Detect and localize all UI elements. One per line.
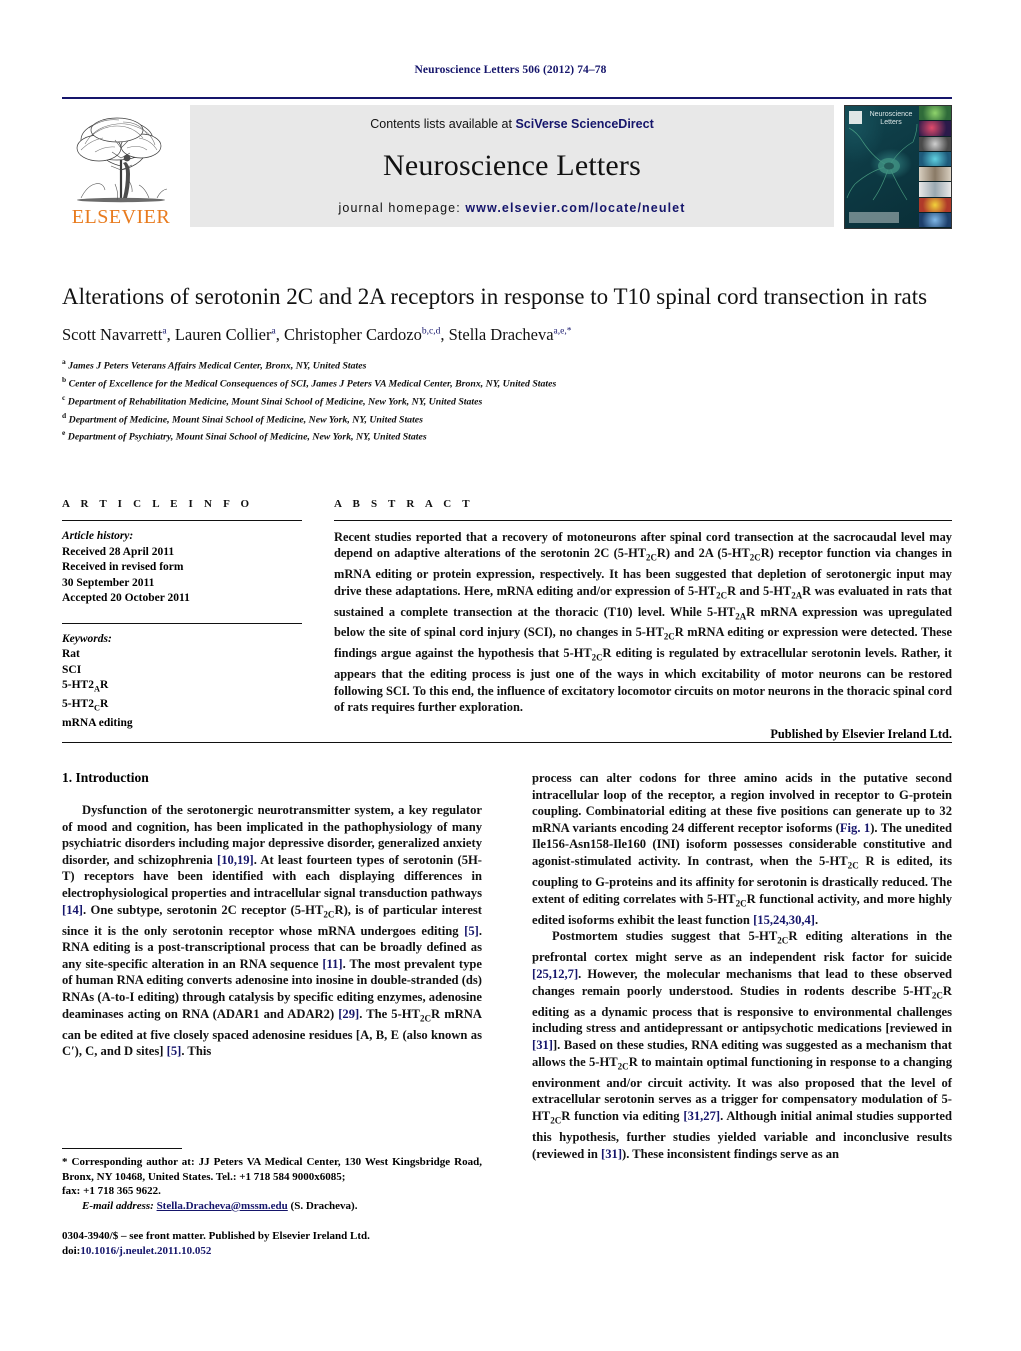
affiliation-list: a James J Peters Veterans Affairs Medica… <box>62 355 952 444</box>
elsevier-logo: ELSEVIER <box>62 105 180 227</box>
homepage-prefix: journal homepage: <box>338 201 466 215</box>
keyword-item: mRNA editing <box>62 716 133 729</box>
intro-right-text: process can alter codons for three amino… <box>532 771 952 1161</box>
affiliation-item: a James J Peters Veterans Affairs Medica… <box>62 355 952 373</box>
cover-caption-bar <box>849 212 899 223</box>
intro-left-text: Dysfunction of the serotonergic neurotra… <box>62 803 483 1059</box>
cover-journal-title: Neuroscience Letters <box>864 111 918 127</box>
affiliation-item: c Department of Rehabilitation Medicine,… <box>62 391 952 409</box>
body-column-left: 1. Introduction Dysfunction of the serot… <box>62 770 482 1162</box>
article-history-item: 30 September 2011 <box>62 576 155 589</box>
body-column-right: process can alter codons for three amino… <box>532 770 952 1162</box>
cover-strip-cell <box>919 182 951 198</box>
title-block: Alterations of serotonin 2C and 2A recep… <box>62 282 952 444</box>
cover-strip-cell <box>919 167 951 183</box>
author-list: Scott Navarretta, Lauren Colliera, Chris… <box>62 325 572 344</box>
keyword-item: 5-HT2AR <box>62 679 109 694</box>
article-history-item: Accepted 20 October 2011 <box>62 592 190 604</box>
article-title: Alterations of serotonin 2C and 2A recep… <box>62 284 928 309</box>
email-owner: (S. Dracheva). <box>290 1199 358 1212</box>
affiliation-text: Center of Excellence for the Medical Con… <box>68 378 557 390</box>
affiliation-text: Department of Medicine, Mount Sinai Scho… <box>68 413 423 425</box>
abstract-bottom-rule <box>62 742 952 743</box>
email-label: E-mail address: <box>82 1199 154 1212</box>
cover-strip-cell <box>919 151 951 167</box>
keyword-item: 5-HT2CR <box>62 697 109 713</box>
masthead-top-rule <box>62 97 952 99</box>
cover-publisher-logo <box>849 111 862 124</box>
affiliation-item: d Department of Medicine, Mount Sinai Sc… <box>62 409 952 427</box>
cover-strip-cell <box>919 136 951 152</box>
journal-masthead: ELSEVIER Contents lists available at Sci… <box>62 97 952 229</box>
article-info-rule <box>62 520 302 521</box>
cover-thumbnail-strip <box>919 106 951 228</box>
affiliation-marker: d <box>62 410 67 420</box>
article-info-heading: A R T I C L E I N F O <box>62 498 254 510</box>
affiliation-text: James J Peters Veterans Affairs Medical … <box>68 360 367 372</box>
affiliation-text: Department of Psychiatry, Mount Sinai Sc… <box>67 431 427 443</box>
affiliation-text: Department of Rehabilitation Medicine, M… <box>67 395 483 407</box>
corresponding-author-footnote: * Corresponding author at: JJ Peters VA … <box>62 1148 482 1213</box>
journal-article-page: Neuroscience Letters 506 (2012) 74–78 EL… <box>0 0 1021 1351</box>
keywords-rule <box>62 622 302 624</box>
doi-label: doi: <box>62 1245 81 1257</box>
journal-title: Neuroscience Letters <box>382 149 642 182</box>
keyword-item: SCI <box>62 663 82 676</box>
cover-title-line2: Letters <box>880 119 902 126</box>
cover-strip-cell <box>919 197 951 213</box>
article-history-item: Received 28 April 2011 <box>62 545 175 558</box>
article-info-column: A R T I C L E I N F O Article history: R… <box>62 498 302 743</box>
affiliation-marker: c <box>62 392 66 402</box>
affiliation-marker: b <box>62 374 67 384</box>
cover-title-line1: Neuroscience <box>869 111 913 118</box>
sciencedirect-link[interactable]: SciVerse ScienceDirect <box>515 117 653 131</box>
affiliation-item: e Department of Psychiatry, Mount Sinai … <box>62 426 952 444</box>
abstract-heading: A B S T R A C T <box>334 498 474 510</box>
running-head: Neuroscience Letters 506 (2012) 74–78 <box>414 64 607 76</box>
affiliation-marker: e <box>62 428 66 438</box>
corresponding-author-text: * Corresponding author at: JJ Peters VA … <box>62 1156 482 1198</box>
affiliation-item: b Center of Excellence for the Medical C… <box>62 373 952 391</box>
contents-available-line: Contents lists available at SciVerse Sci… <box>190 117 834 131</box>
cover-strip-cell <box>919 106 951 122</box>
email-line: E-mail address: Stella.Dracheva@mssm.edu… <box>62 1199 482 1214</box>
abstract-rule <box>334 520 952 521</box>
imprint-block: 0304-3940/$ – see front matter. Publishe… <box>62 1229 502 1259</box>
cover-strip-cell <box>919 121 951 137</box>
affiliation-marker: a <box>62 357 66 366</box>
email-link[interactable]: Stella.Dracheva@mssm.edu <box>157 1200 288 1212</box>
footnote-rule <box>62 1148 182 1149</box>
section-heading-introduction: 1. Introduction <box>62 770 149 785</box>
article-history-item: Received in revised form <box>62 561 184 573</box>
journal-homepage-link[interactable]: www.elsevier.com/locate/neulet <box>465 201 685 215</box>
doi-link[interactable]: 10.1016/j.neulet.2011.10.052 <box>80 1245 211 1257</box>
journal-homepage-line: journal homepage: www.elsevier.com/locat… <box>190 201 834 215</box>
article-history-label: Article history: <box>62 530 134 542</box>
keyword-item: Rat <box>62 648 80 660</box>
doi-line: doi:10.1016/j.neulet.2011.10.052 <box>62 1244 502 1259</box>
abstract-body: Recent studies reported that a recovery … <box>334 530 953 714</box>
info-and-abstract: A R T I C L E I N F O Article history: R… <box>62 498 952 743</box>
abstract-published-by: Published by Elsevier Ireland Ltd. <box>770 727 952 742</box>
issn-front-matter: 0304-3940/$ – see front matter. Publishe… <box>62 1230 370 1242</box>
abstract-column: A B S T R A C T Recent studies reported … <box>334 498 952 743</box>
elsevier-wordmark: ELSEVIER <box>71 206 171 228</box>
contents-prefix: Contents lists available at <box>370 117 516 131</box>
elsevier-tree-icon <box>76 117 168 203</box>
masthead-center-panel: Contents lists available at SciVerse Sci… <box>190 105 834 227</box>
keywords-label: Keywords: <box>62 632 112 645</box>
journal-cover-thumbnail: Neuroscience Letters <box>844 105 952 229</box>
body-columns: 1. Introduction Dysfunction of the serot… <box>62 770 952 1162</box>
cover-strip-cell <box>919 212 951 228</box>
